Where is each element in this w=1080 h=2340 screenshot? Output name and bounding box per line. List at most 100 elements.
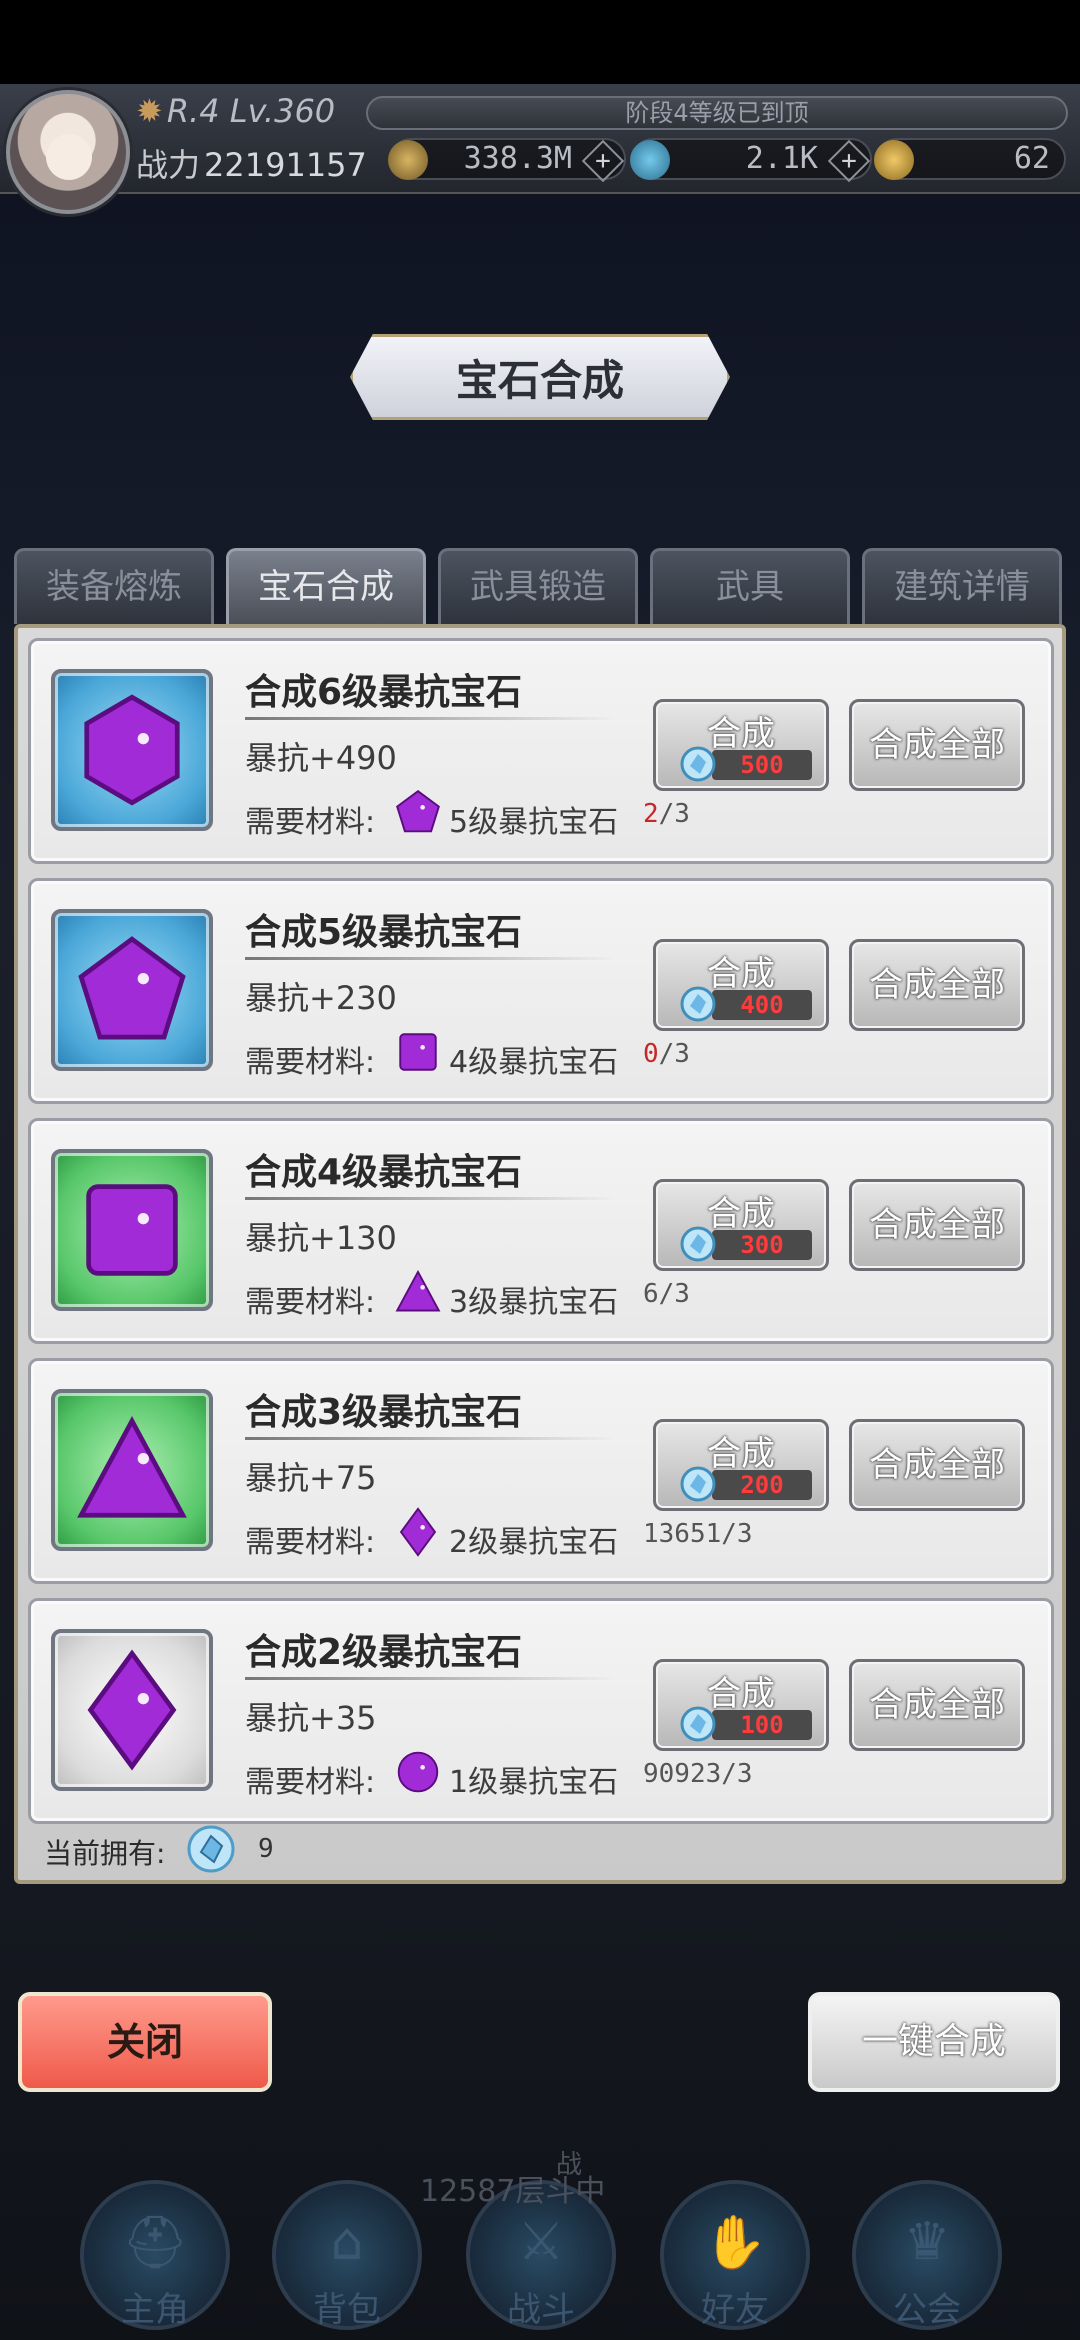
gem-square-tile[interactable] (51, 1149, 213, 1311)
synthesize-cost: 300 (712, 1230, 812, 1260)
tab-bar: 装备熔炼 宝石合成 武具锻造 武具 建筑详情 (14, 548, 1066, 624)
crystal-icon (680, 986, 716, 1022)
material-have: 0 (643, 1039, 659, 1069)
material-have: 90923 (643, 1759, 722, 1789)
row-stat: 暴抗+35 (245, 1699, 377, 1737)
nav-backpack-label: 背包 (313, 2290, 381, 2330)
material-have: 2 (643, 799, 659, 829)
synthesize-cost: 400 (712, 990, 812, 1020)
synthesize-all-button[interactable]: 合成全部 (849, 1659, 1025, 1751)
nav-battle-label: 战斗 (507, 2290, 575, 2330)
synthesize-button[interactable]: 合成 500 (653, 699, 829, 791)
tab-building-details[interactable]: 建筑详情 (862, 548, 1062, 624)
required-material-name: 5级暴抗宝石 (449, 805, 619, 840)
row-title: 合成4级暴抗宝石 (245, 1152, 523, 1193)
synthesize-button[interactable]: 合成 400 (653, 939, 829, 1031)
required-materials-label: 需要材料: (245, 1525, 376, 1560)
one-click-synthesize-button[interactable]: 一键合成 (808, 1992, 1060, 2092)
synthesize-all-button[interactable]: 合成全部 (849, 699, 1025, 791)
gem-hexagon-icon (84, 694, 180, 806)
synthesis-panel: 合成6级暴抗宝石 暴抗+490 需要材料: 5级暴抗宝石 2/3 合成 500 合成全部 合成5… (14, 624, 1066, 1884)
crystal-icon (630, 140, 670, 180)
required-materials-label: 需要材料: (245, 1045, 376, 1080)
crystal-icon (680, 1226, 716, 1262)
guild-crest-icon: ♛ (903, 2212, 951, 2272)
crystal-resource: 2.1K + (630, 138, 872, 183)
player-rank: ✹ R.4 Lv.360 (136, 92, 335, 130)
required-material-name: 3级暴抗宝石 (449, 1285, 619, 1320)
title-divider (245, 1197, 617, 1200)
material-have: 13651 (643, 1519, 722, 1549)
nav-backpack[interactable]: ⌂ 背包 (272, 2180, 422, 2330)
gem-pentagon-icon (396, 789, 440, 833)
backpack-icon: ⌂ (330, 2212, 364, 2272)
close-button[interactable]: 关闭 (18, 1992, 272, 2092)
gold-value: 338.3M (463, 141, 572, 176)
player-avatar[interactable] (6, 90, 130, 214)
title-divider (245, 1677, 617, 1680)
required-material-name: 4级暴抗宝石 (449, 1045, 619, 1080)
gem-circle-icon (397, 1751, 439, 1793)
row-stat: 暴抗+75 (245, 1459, 377, 1497)
rank-text: R.4 Lv.360 (166, 92, 336, 130)
required-materials-label: 需要材料: (245, 1285, 376, 1320)
synthesize-button[interactable]: 合成 300 (653, 1179, 829, 1271)
row-stat: 暴抗+490 (245, 739, 397, 777)
owned-value: 9 (258, 1834, 274, 1864)
nav-hero[interactable]: ⛑ 主角 (80, 2180, 230, 2330)
tab-weapons[interactable]: 武具 (650, 548, 850, 624)
synthesize-button[interactable]: 合成 200 (653, 1419, 829, 1511)
gem-triangle-icon (395, 1269, 441, 1312)
tab-weapon-forge[interactable]: 武具锻造 (438, 548, 638, 624)
material-need: /3 (658, 1279, 690, 1309)
tab-gem-synthesis[interactable]: 宝石合成 (226, 548, 426, 624)
page-title: 宝石合成 (350, 334, 730, 420)
required-materials-label: 需要材料: (245, 805, 376, 840)
material-have: 6 (643, 1279, 659, 1309)
nav-guild-label: 公会 (893, 2290, 961, 2330)
battle-status-top: 战 (556, 2150, 583, 2180)
hero-icon: ⛑ (121, 2213, 188, 2273)
gem-triangle-tile[interactable] (51, 1389, 213, 1551)
row-title: 合成2级暴抗宝石 (245, 1632, 523, 1673)
synthesize-button[interactable]: 合成 100 (653, 1659, 829, 1751)
row-title: 合成3级暴抗宝石 (245, 1392, 523, 1433)
synthesize-all-button[interactable]: 合成全部 (849, 1179, 1025, 1271)
power-display: 战力 22191157 (136, 140, 367, 186)
avatar-face (46, 134, 92, 180)
gem-diamond-icon (399, 1507, 437, 1557)
material-need: /3 (721, 1519, 753, 1549)
gem-pentagon-tile[interactable] (51, 909, 213, 1071)
material-count: 0/3 (643, 1039, 690, 1069)
gem-pentagon-icon (78, 936, 186, 1040)
nav-friends-label: 好友 (701, 2290, 769, 2330)
power-label: 战力 (136, 146, 201, 184)
material-count: 13651/3 (643, 1519, 753, 1549)
gem-square-icon (86, 1184, 178, 1276)
nav-friends[interactable]: ✋ 好友 (660, 2180, 810, 2330)
required-materials-label: 需要材料: (245, 1765, 376, 1800)
row-title: 合成6级暴抗宝石 (245, 672, 523, 713)
synthesis-row: 合成4级暴抗宝石 暴抗+130 需要材料: 3级暴抗宝石 6/3 合成 300 合成全部 (28, 1118, 1054, 1344)
tab-equipment-smelt[interactable]: 装备熔炼 (14, 548, 214, 624)
battle-floor: 12587层 (420, 2174, 546, 2209)
synthesis-row: 合成3级暴抗宝石 暴抗+75 需要材料: 2级暴抗宝石 13651/3 合成 200 合成全部 (28, 1358, 1054, 1584)
nav-guild[interactable]: ♛ 公会 (852, 2180, 1002, 2330)
required-material-name: 1级暴抗宝石 (449, 1765, 619, 1800)
required-material-name: 2级暴抗宝石 (449, 1525, 619, 1560)
gem-hexagon-tile[interactable] (51, 669, 213, 831)
synthesize-all-button[interactable]: 合成全部 (849, 1419, 1025, 1511)
game-screen: ✹ R.4 Lv.360 战力 22191157 阶段4等级已到顶 338.3M +… (0, 0, 1080, 2340)
gem-diamond-tile[interactable] (51, 1629, 213, 1791)
synthesize-all-button[interactable]: 合成全部 (849, 939, 1025, 1031)
rank-gear-icon: ✹ (136, 92, 163, 130)
nav-hero-label: 主角 (121, 2290, 189, 2330)
gem-diamond-icon (87, 1649, 177, 1771)
title-divider (245, 717, 617, 720)
material-need: /3 (658, 799, 690, 829)
stage-progress-bar: 阶段4等级已到顶 (366, 96, 1068, 130)
synthesize-cost: 200 (712, 1470, 812, 1500)
material-count: 6/3 (643, 1279, 690, 1309)
gem-resource: 62 (874, 138, 1066, 180)
row-stat: 暴抗+230 (245, 979, 397, 1017)
